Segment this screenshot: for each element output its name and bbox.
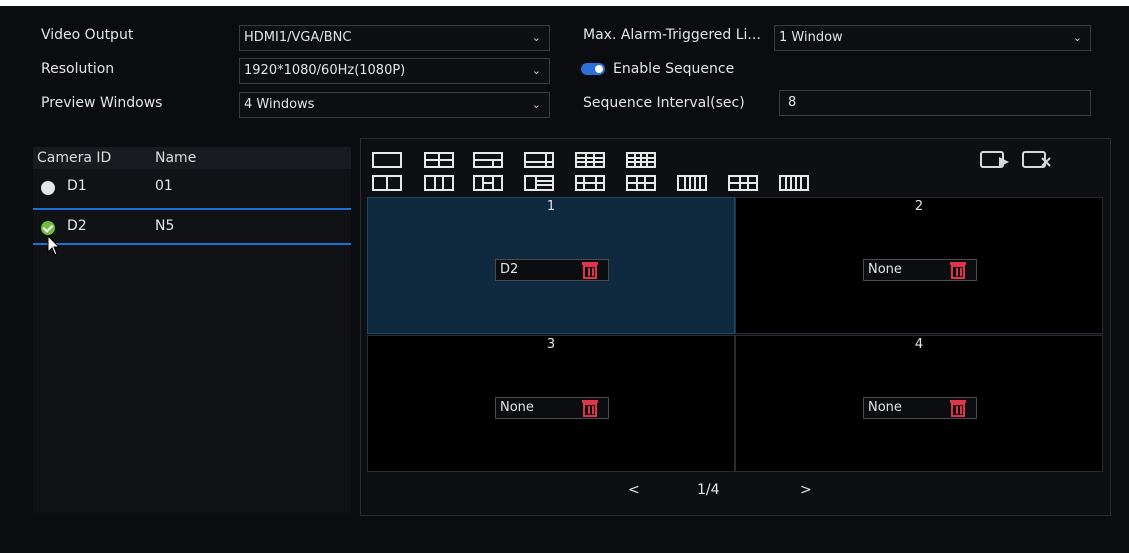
top-strip <box>0 0 1129 6</box>
window-camera-cell[interactable]: D2 <box>495 259 609 281</box>
window-camera-value: D2 <box>500 262 519 277</box>
layout-9-icon[interactable] <box>575 152 605 168</box>
layout-3-icon[interactable] <box>424 175 454 191</box>
preview-settings-page: Video Output HDMI1/VGA/BNC ⌄ Resolution … <box>0 0 1129 553</box>
sequence-interval-value: 8 <box>788 95 797 110</box>
window-camera-value: None <box>868 400 902 415</box>
window-number: 3 <box>546 337 556 352</box>
video-output-select[interactable]: HDMI1/VGA/BNC ⌄ <box>239 25 550 51</box>
layout-7-icon[interactable] <box>524 175 554 191</box>
window-camera-cell[interactable]: None <box>863 397 977 419</box>
preview-windows-select[interactable]: 4 Windows ⌄ <box>239 92 550 118</box>
row-separator <box>33 208 351 210</box>
max-alarm-select[interactable]: 1 Window ⌄ <box>774 25 1091 51</box>
col-name: Name <box>155 150 197 166</box>
camera-name: N5 <box>155 218 175 234</box>
layout-14-icon[interactable] <box>728 175 758 191</box>
sequence-interval-input[interactable]: 8 <box>779 90 1091 116</box>
layout-16-icon[interactable] <box>626 152 656 168</box>
window-number: 1 <box>546 199 556 214</box>
next-page-button[interactable]: > <box>800 482 812 498</box>
trash-icon[interactable] <box>948 261 968 279</box>
max-alarm-value: 1 Window <box>779 30 843 45</box>
preview-windows-value: 4 Windows <box>244 97 315 112</box>
camera-id: D1 <box>67 178 87 194</box>
trash-icon[interactable] <box>580 261 600 279</box>
video-output-value: HDMI1/VGA/BNC <box>244 30 352 45</box>
layout-10-icon[interactable] <box>575 175 605 191</box>
chevron-down-icon: ⌄ <box>1072 31 1082 44</box>
resolution-value: 1920*1080/60Hz(1080P) <box>244 63 406 78</box>
layout-8-icon[interactable] <box>524 152 554 168</box>
preview-window[interactable]: 4 None <box>735 335 1103 472</box>
layout-4-icon[interactable] <box>424 152 454 168</box>
trash-icon[interactable] <box>580 399 600 417</box>
check-icon[interactable] <box>41 221 55 235</box>
sequence-interval-label: Sequence Interval(sec) <box>583 95 745 111</box>
resolution-label: Resolution <box>41 61 115 77</box>
page-indicator: 1/4 <box>697 482 720 498</box>
layout-25-icon[interactable] <box>779 175 809 191</box>
camera-name: 01 <box>155 178 173 194</box>
layout-12-icon[interactable] <box>626 175 656 191</box>
window-camera-cell[interactable]: None <box>495 397 609 419</box>
clear-layout-icon[interactable] <box>1021 149 1055 171</box>
window-number: 4 <box>914 337 924 352</box>
preview-windows-label: Preview Windows <box>41 95 163 111</box>
camera-list: Camera ID Name D1 01 D2 N5 <box>33 147 351 513</box>
window-camera-value: None <box>868 262 902 277</box>
camera-id: D2 <box>67 218 87 234</box>
window-number: 2 <box>914 199 924 214</box>
window-camera-value: None <box>500 400 534 415</box>
apply-layout-icon[interactable] <box>979 149 1013 171</box>
enable-sequence-label: Enable Sequence <box>613 61 735 77</box>
preview-window[interactable]: 3 None <box>367 335 735 472</box>
trash-icon[interactable] <box>948 399 968 417</box>
camera-list-header: Camera ID Name <box>33 147 351 169</box>
chevron-down-icon: ⌄ <box>531 31 541 44</box>
layout-13-icon[interactable] <box>677 175 707 191</box>
resolution-select[interactable]: 1920*1080/60Hz(1080P) ⌄ <box>239 58 550 84</box>
layout-1-icon[interactable] <box>372 152 402 168</box>
row-separator <box>33 243 351 245</box>
max-alarm-label: Max. Alarm-Triggered Li... <box>583 27 761 43</box>
col-camera-id: Camera ID <box>37 150 112 166</box>
layout-2-icon[interactable] <box>372 175 402 191</box>
camera-select-radio[interactable] <box>41 181 55 195</box>
layout-5-icon[interactable] <box>473 175 503 191</box>
preview-window[interactable]: 2 None <box>735 197 1103 334</box>
chevron-down-icon: ⌄ <box>531 64 541 77</box>
video-output-label: Video Output <box>41 27 134 43</box>
layout-6-icon[interactable] <box>473 152 503 168</box>
prev-page-button[interactable]: < <box>628 482 640 498</box>
window-layout-pane: 1 D2 2 None 3 None 4 None < 1/4 > <box>360 138 1111 516</box>
mouse-cursor-icon <box>47 235 61 256</box>
window-camera-cell[interactable]: None <box>863 259 977 281</box>
camera-row[interactable]: D1 01 <box>33 172 351 202</box>
enable-sequence-toggle[interactable] <box>581 63 605 75</box>
preview-window[interactable]: 1 D2 <box>367 197 735 334</box>
camera-row[interactable]: D2 N5 <box>33 212 351 242</box>
chevron-down-icon: ⌄ <box>531 98 541 111</box>
